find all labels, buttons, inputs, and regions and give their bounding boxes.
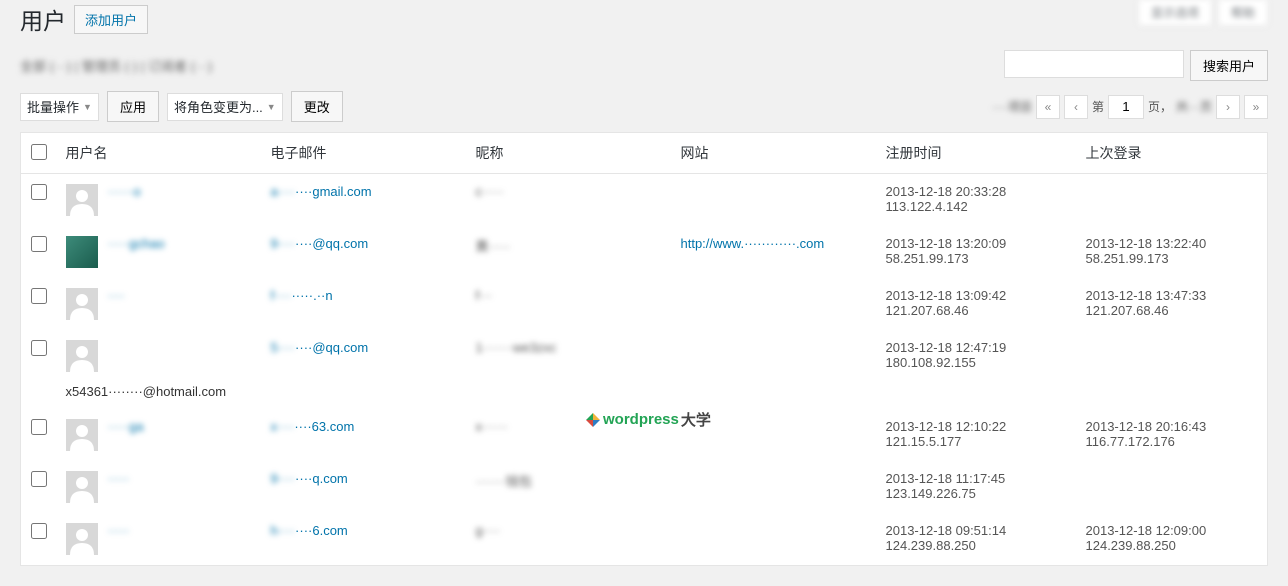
col-username[interactable]: 用户名 bbox=[56, 133, 261, 174]
email-link[interactable]: x········63.com bbox=[271, 419, 355, 434]
page-input[interactable] bbox=[1108, 95, 1144, 119]
table-row: ···· f·········.··n f··· 2013-12-18 13:09:4… bbox=[21, 278, 1268, 330]
page-label-before: 第 bbox=[1092, 98, 1104, 115]
col-lastlogin[interactable]: 上次登录 bbox=[1076, 133, 1268, 174]
row-checkbox[interactable] bbox=[31, 471, 47, 487]
chevron-down-icon: ▼ bbox=[267, 102, 276, 112]
help-button[interactable]: 帮助 bbox=[1218, 0, 1268, 26]
reg-time: 2013-12-18 09:51:14124.239.88.250 bbox=[876, 513, 1076, 566]
login-time: 2013-12-18 13:47:33121.207.68.46 bbox=[1076, 278, 1268, 330]
nickname-text: g···· bbox=[476, 523, 501, 538]
chevron-down-icon: ▼ bbox=[83, 102, 92, 112]
watermark-logo-icon bbox=[585, 412, 601, 428]
nickname-text: 黄····· bbox=[476, 239, 511, 254]
last-page-button[interactable]: » bbox=[1244, 95, 1268, 119]
avatar bbox=[66, 471, 98, 503]
username-link[interactable]: ·····gchao bbox=[108, 236, 165, 251]
col-nickname[interactable]: 昵称 bbox=[466, 133, 671, 174]
items-count: ····项目 bbox=[992, 98, 1032, 115]
search-input[interactable] bbox=[1004, 50, 1184, 78]
row-checkbox[interactable] bbox=[31, 419, 47, 435]
filter-links[interactable]: 全部 (···) | 管理员 (·) | 订阅者 (···) bbox=[20, 56, 212, 75]
watermark: wordpress大学 bbox=[585, 409, 711, 430]
first-page-button[interactable]: « bbox=[1036, 95, 1060, 119]
table-row: ·····gchao 9········@qq.com 黄····· http://w… bbox=[21, 226, 1268, 278]
total-pages: 共···页 bbox=[1176, 98, 1212, 115]
login-time bbox=[1076, 461, 1268, 513]
login-time: 2013-12-18 13:22:4058.251.99.173 bbox=[1076, 226, 1268, 278]
page-title: 用户 bbox=[20, 2, 66, 36]
bulk-action-select[interactable]: 批量操作 ▼ bbox=[20, 93, 99, 121]
username-link[interactable]: ···· bbox=[108, 288, 125, 303]
nickname-text: c····· bbox=[476, 184, 504, 199]
email-link[interactable]: f·········.··n bbox=[271, 288, 333, 303]
username-link[interactable]: ····· bbox=[108, 471, 130, 486]
login-time bbox=[1076, 330, 1268, 409]
login-time: 2013-12-18 20:16:43116.77.172.176 bbox=[1076, 409, 1268, 461]
reg-time: 2013-12-18 12:47:19180.108.92.155 bbox=[876, 330, 1076, 409]
next-page-button[interactable]: › bbox=[1216, 95, 1240, 119]
nickname-text: 1·······we3zxc bbox=[476, 340, 557, 355]
login-time bbox=[1076, 174, 1268, 227]
row-checkbox[interactable] bbox=[31, 184, 47, 200]
reg-time: 2013-12-18 13:20:0958.251.99.173 bbox=[876, 226, 1076, 278]
col-website[interactable]: 网站 bbox=[671, 133, 876, 174]
nickname-text: f··· bbox=[476, 288, 493, 303]
row-checkbox[interactable] bbox=[31, 523, 47, 539]
website-link[interactable]: http://www.············.com bbox=[681, 236, 825, 251]
nickname-text: ·······钱包 bbox=[476, 474, 532, 489]
watermark-text2: 大学 bbox=[681, 409, 711, 430]
add-user-button[interactable]: 添加用户 bbox=[74, 5, 148, 34]
col-email[interactable]: 电子邮件 bbox=[261, 133, 466, 174]
change-role-select[interactable]: 将角色变更为... ▼ bbox=[167, 93, 283, 121]
email-link[interactable]: 9········@qq.com bbox=[271, 236, 369, 251]
nickname-text: x······ bbox=[476, 419, 508, 434]
username-link[interactable]: ·····ga bbox=[108, 419, 144, 434]
avatar bbox=[66, 419, 98, 451]
table-row: x54361········@hotmail.com 5········@qq.c… bbox=[21, 330, 1268, 409]
username-link[interactable]: ······o bbox=[108, 184, 141, 199]
change-role-label: 将角色变更为... bbox=[174, 97, 263, 116]
row-checkbox[interactable] bbox=[31, 288, 47, 304]
reg-time: 2013-12-18 12:10:22121.15.5.177 bbox=[876, 409, 1076, 461]
change-button[interactable]: 更改 bbox=[291, 91, 343, 122]
row-checkbox[interactable] bbox=[31, 236, 47, 252]
email-link[interactable]: 9········q.com bbox=[271, 471, 348, 486]
col-regtime[interactable]: 注册时间 bbox=[876, 133, 1076, 174]
username-extra: x54361········@hotmail.com bbox=[66, 384, 227, 399]
reg-time: 2013-12-18 13:09:42121.207.68.46 bbox=[876, 278, 1076, 330]
avatar bbox=[66, 288, 98, 320]
users-table: 用户名 电子邮件 昵称 网站 注册时间 上次登录 ······o a·······… bbox=[20, 132, 1268, 566]
avatar bbox=[66, 184, 98, 216]
prev-page-button[interactable]: ‹ bbox=[1064, 95, 1088, 119]
row-checkbox[interactable] bbox=[31, 340, 47, 356]
avatar bbox=[66, 523, 98, 555]
login-time: 2013-12-18 12:09:00124.239.88.250 bbox=[1076, 513, 1268, 566]
avatar bbox=[66, 236, 98, 268]
email-link[interactable]: a········gmail.com bbox=[271, 184, 372, 199]
select-all-checkbox[interactable] bbox=[31, 144, 47, 160]
apply-button[interactable]: 应用 bbox=[107, 91, 159, 122]
table-row: ····· h········6.com g···· 2013-12-18 09:51… bbox=[21, 513, 1268, 566]
username-link[interactable]: ····· bbox=[108, 523, 130, 538]
bulk-action-label: 批量操作 bbox=[27, 97, 79, 116]
reg-time: 2013-12-18 20:33:28113.122.4.142 bbox=[876, 174, 1076, 227]
page-label-after: 页， bbox=[1148, 98, 1172, 115]
search-button[interactable]: 搜索用户 bbox=[1190, 50, 1268, 81]
email-link[interactable]: h········6.com bbox=[271, 523, 348, 538]
reg-time: 2013-12-18 11:17:45123.149.226.75 bbox=[876, 461, 1076, 513]
email-link[interactable]: 5········@qq.com bbox=[271, 340, 369, 355]
table-row: ······o a········gmail.com c····· 2013-12-1… bbox=[21, 174, 1268, 227]
screen-options-button[interactable]: 显示选项 bbox=[1138, 0, 1212, 26]
table-row: ····· 9········q.com ·······钱包 2013-12-18 1… bbox=[21, 461, 1268, 513]
avatar bbox=[66, 340, 98, 372]
watermark-text1: wordpress bbox=[603, 411, 679, 428]
